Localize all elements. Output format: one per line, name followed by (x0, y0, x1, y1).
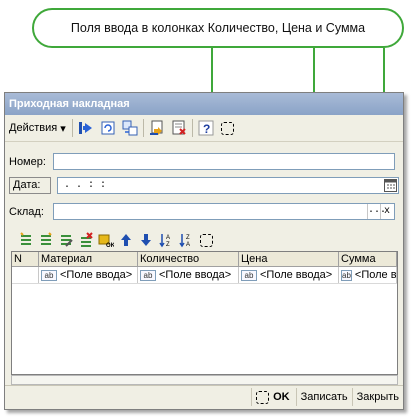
customize-icon[interactable] (219, 119, 237, 137)
text-field-icon: ab (241, 269, 257, 281)
structure-icon[interactable] (121, 119, 139, 137)
material-input-placeholder: <Поле ввода> (60, 269, 133, 281)
price-input-placeholder: <Поле ввода> (260, 269, 333, 281)
sort-ascending-icon[interactable]: AZ (157, 231, 175, 249)
svg-text:A: A (186, 242, 190, 248)
number-field[interactable] (53, 153, 395, 170)
select-button[interactable]: ... (367, 204, 386, 219)
actions-menu[interactable]: Действия ▾ (9, 119, 73, 137)
go-back-icon[interactable] (77, 119, 95, 137)
sum-input-placeholder: <Поле ввода> (354, 269, 397, 281)
cell-sum[interactable]: ab <Поле ввода> (339, 267, 397, 283)
column-header-price[interactable]: Цена (239, 252, 339, 266)
ok-button[interactable]: OK (251, 388, 296, 406)
date-row: Дата: . . : : (9, 177, 399, 194)
date-value: . . : : (64, 180, 107, 191)
help-icon[interactable]: ? (197, 119, 215, 137)
calendar-icon[interactable] (384, 179, 397, 192)
warehouse-field[interactable]: ... x (53, 203, 395, 220)
document-window: Приходная накладная Действия ▾ ? Номер: … (4, 92, 404, 410)
move-up-icon[interactable] (117, 231, 135, 249)
text-field-icon: ab (140, 269, 156, 281)
date-label: Дата: (9, 177, 51, 194)
toolbar-separator (142, 119, 144, 137)
number-row: Номер: (9, 153, 395, 170)
copy-document-icon[interactable] (148, 119, 166, 137)
post-document-icon[interactable] (170, 119, 188, 137)
cell-material[interactable]: ab <Поле ввода> (39, 267, 138, 283)
callout-bubble: Поля ввода в колонках Количество, Цена и… (32, 8, 404, 48)
svg-text:Z: Z (186, 235, 190, 241)
actions-label-rest: ействия (16, 122, 58, 134)
date-field[interactable]: . . : : (57, 177, 399, 194)
table-header: N Материал Количество Цена Сумма (12, 252, 397, 267)
horizontal-scrollbar[interactable] (11, 375, 398, 385)
window-title: Приходная накладная (5, 93, 403, 115)
svg-text:A: A (166, 235, 170, 241)
text-field-icon: ab (41, 269, 57, 281)
form-footer: OK Записать Закрыть (5, 385, 403, 408)
refresh-icon[interactable] (99, 119, 117, 137)
text-field-icon: ab (341, 269, 352, 281)
copy-row-icon[interactable] (37, 231, 55, 249)
svg-text:OK: OK (106, 243, 114, 248)
move-down-icon[interactable] (137, 231, 155, 249)
main-toolbar: Действия ▾ ? (5, 115, 403, 142)
clear-button[interactable]: x (380, 204, 393, 219)
callout-text: Поля ввода в колонках Количество, Цена и… (70, 21, 366, 35)
sort-descending-icon[interactable]: ZA (177, 231, 195, 249)
add-row-icon[interactable] (17, 231, 35, 249)
close-button[interactable]: Закрыть (351, 388, 403, 406)
table-toolbar: OK AZ ZA (15, 229, 215, 251)
table-customize-icon[interactable] (197, 231, 215, 249)
edit-row-icon[interactable] (57, 231, 75, 249)
warehouse-row: Склад: ... x (9, 203, 395, 220)
number-label: Номер: (9, 155, 46, 168)
cell-n[interactable] (12, 267, 39, 283)
toolbar-separator (191, 119, 193, 137)
column-header-material[interactable]: Материал (39, 252, 138, 266)
quantity-input-placeholder: <Поле ввода> (159, 269, 232, 281)
ok-customize-icon (256, 390, 270, 404)
cell-quantity[interactable]: ab <Поле ввода> (138, 267, 239, 283)
ok-label: OK (273, 391, 290, 403)
column-header-quantity[interactable]: Количество (138, 252, 239, 266)
svg-text:Z: Z (166, 242, 170, 248)
column-header-n[interactable]: N (12, 252, 39, 266)
cell-price[interactable]: ab <Поле ввода> (239, 267, 339, 283)
table-row[interactable]: ab <Поле ввода> ab <Поле ввода> ab <Поле… (12, 267, 397, 284)
dropdown-arrow-icon: ▾ (60, 122, 66, 135)
table-grid[interactable]: N Материал Количество Цена Сумма ab <Пол… (11, 251, 398, 375)
svg-text:?: ? (203, 122, 210, 136)
warehouse-label: Склад: (9, 205, 44, 218)
save-button[interactable]: Записать (295, 388, 352, 406)
delete-row-icon[interactable] (77, 231, 95, 249)
column-header-sum[interactable]: Сумма (339, 252, 397, 266)
end-edit-icon[interactable]: OK (97, 231, 115, 249)
